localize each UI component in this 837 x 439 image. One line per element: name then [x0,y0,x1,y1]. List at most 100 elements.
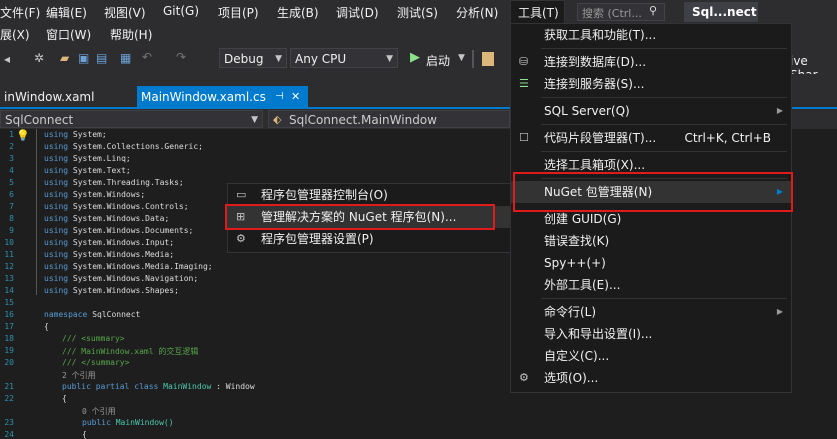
menu-item-options[interactable]: ⚙ 选项(O)... [511,367,791,389]
redo-icon[interactable]: ↷ [176,50,186,64]
menu-item-import-export[interactable]: 导入和导出设置(I)... [511,323,791,345]
solution-name: Sql...nect [684,2,758,22]
menu-item-label: 连接到数据库(D)... [544,55,647,69]
menu-item-command-line[interactable]: 命令行(L) ▶ [511,301,791,323]
menu-item-get-tools[interactable]: 获取工具和功能(T)... [511,24,791,46]
using-namespace: System.Windows.Controls [72,202,184,211]
menu-item-label: 选项(O)... [544,371,599,385]
menu-project[interactable]: 项目(P) [218,4,259,21]
menu-item-label: 程序包管理器控制台(O) [261,188,388,202]
menu-git[interactable]: Git(G) [163,4,199,18]
gear-icon: ⚙ [519,371,529,384]
project-dropdown[interactable]: SqlConnect ▼ [0,110,263,128]
line-number: 11 [4,250,14,259]
class-dropdown[interactable]: ⬖ SqlConnect.MainWindow [268,110,510,128]
navigate-back-icon[interactable]: ◂ [4,52,10,66]
menu-item-label: 导入和导出设置(I)... [544,327,653,341]
doc-comment: /// <summary> [62,334,125,343]
menu-item-package-manager-settings[interactable]: ⚙ 程序包管理器设置(P) [228,228,511,250]
line-number: 22 [4,394,14,403]
menu-item-package-manager-console[interactable]: ▭ 程序包管理器控制台(O) [228,184,511,206]
menu-item-sql-server[interactable]: SQL Server(Q) ▶ [511,100,791,122]
lightbulb-icon[interactable]: 💡 [16,129,30,142]
menu-edit[interactable]: 编辑(E) [46,4,87,21]
line-number: 24 [4,430,14,439]
using-namespace: System.Linq [72,154,126,163]
highlight-box [513,172,793,212]
line-number: 14 [4,286,14,295]
platform-select[interactable]: Any CPU ▼ [290,48,398,68]
search-placeholder: 搜索 (Ctrl... [582,7,642,20]
solution-explorer-icon[interactable]: ▦ [120,51,131,65]
toolbar-divider [472,50,474,68]
menu-item-spy[interactable]: Spy++(+) [511,252,791,274]
menu-item-connect-database[interactable]: ⛁ 连接到数据库(D)... [511,51,791,73]
ctor-keyword: public [82,418,111,427]
line-number: 5 [9,178,14,187]
menu-debug[interactable]: 调试(D) [336,4,379,21]
menu-tools[interactable]: 工具(T) [518,4,559,21]
code-line: using System.Windows.Documents; [44,226,194,235]
menu-file[interactable]: 文件(F) [0,4,40,21]
start-dropdown-icon[interactable]: ▼ [458,53,465,63]
reference-count[interactable]: 2 个引用 [62,370,96,381]
menu-help[interactable]: 帮助(H) [110,26,152,43]
line-number: 6 [9,190,14,199]
new-project-icon[interactable]: ✲ [34,51,44,65]
menu-item-customize[interactable]: 自定义(C)... [511,345,791,367]
tab-mainwindow-xaml-cs[interactable]: MainWindow.xaml.cs ⊣ ✕ [137,86,308,108]
line-number: 17 [4,322,14,331]
tab-label: inWindow.xaml [4,90,95,104]
line-number: 20 [4,358,14,367]
menu-item-label: 自定义(C)... [544,349,610,363]
tab-mainwindow-xaml[interactable]: inWindow.xaml [0,86,94,108]
save-icon[interactable]: ▣ [78,51,89,65]
undo-icon[interactable]: ↶ [142,50,152,64]
code-line: using System.Windows.Media; [44,250,175,259]
tab-label: MainWindow.xaml.cs [141,90,266,104]
search-box[interactable]: 搜索 (Ctrl... ⚲ [577,3,665,21]
code-line: { [44,322,49,331]
using-namespace: System.Collections.Generic [72,142,199,151]
open-folder-icon[interactable]: ▰ [60,51,69,65]
start-button[interactable]: 启动 [426,52,450,69]
menu-item-error-lookup[interactable]: 错误查找(K) [511,230,791,252]
gear-icon: ⚙ [236,232,246,245]
ctor-name: MainWindow() [115,418,174,427]
attach-icon[interactable] [482,52,494,66]
start-icon[interactable]: ▶ [410,50,420,65]
menu-view[interactable]: 视图(V) [104,4,146,21]
menu-extensions[interactable]: 展(X) [0,26,30,43]
code-line: public MainWindow() [82,418,174,427]
line-number: 19 [4,346,14,355]
code-line: public partial class MainWindow : Window [62,382,255,391]
line-number: 15 [4,298,14,307]
using-namespace: System [72,130,102,139]
config-select[interactable]: Debug ▼ [219,48,287,68]
line-number: 3 [9,154,14,163]
menu-item-connect-server[interactable]: ☰ 连接到服务器(S)... [511,73,791,95]
database-icon: ⛁ [519,55,529,68]
menu-separator [541,48,787,49]
menu-item-external-tools[interactable]: 外部工具(E)... [511,274,791,296]
menu-item-code-snippets[interactable]: ☐ 代码片段管理器(T)... Ctrl+K, Ctrl+B [511,127,791,149]
menu-build[interactable]: 生成(B) [277,4,319,21]
menu-window[interactable]: 窗口(W) [46,26,91,43]
highlight-box [225,204,495,230]
code-line: using System.Windows; [44,190,146,199]
close-icon[interactable]: ✕ [291,86,300,108]
pin-icon[interactable]: ⊣ [275,86,284,108]
line-number: 18 [4,334,14,343]
namespace-keyword: namespace [44,310,88,319]
menu-analyze[interactable]: 分析(N) [456,4,498,21]
doc-comment: /// </summary> [62,358,130,367]
menu-test[interactable]: 测试(S) [397,4,438,21]
class-icon: ⬖ [273,113,282,126]
menu-item-label: 程序包管理器设置(P) [261,232,374,246]
save-all-icon[interactable]: ▤ [96,51,107,65]
code-line: namespace SqlConnect [44,310,140,319]
reference-count[interactable]: 0 个引用 [82,406,116,417]
submenu-arrow-icon: ▶ [776,307,783,316]
config-value: Debug [224,52,264,66]
menu-item-label: Spy++(+) [544,256,606,270]
